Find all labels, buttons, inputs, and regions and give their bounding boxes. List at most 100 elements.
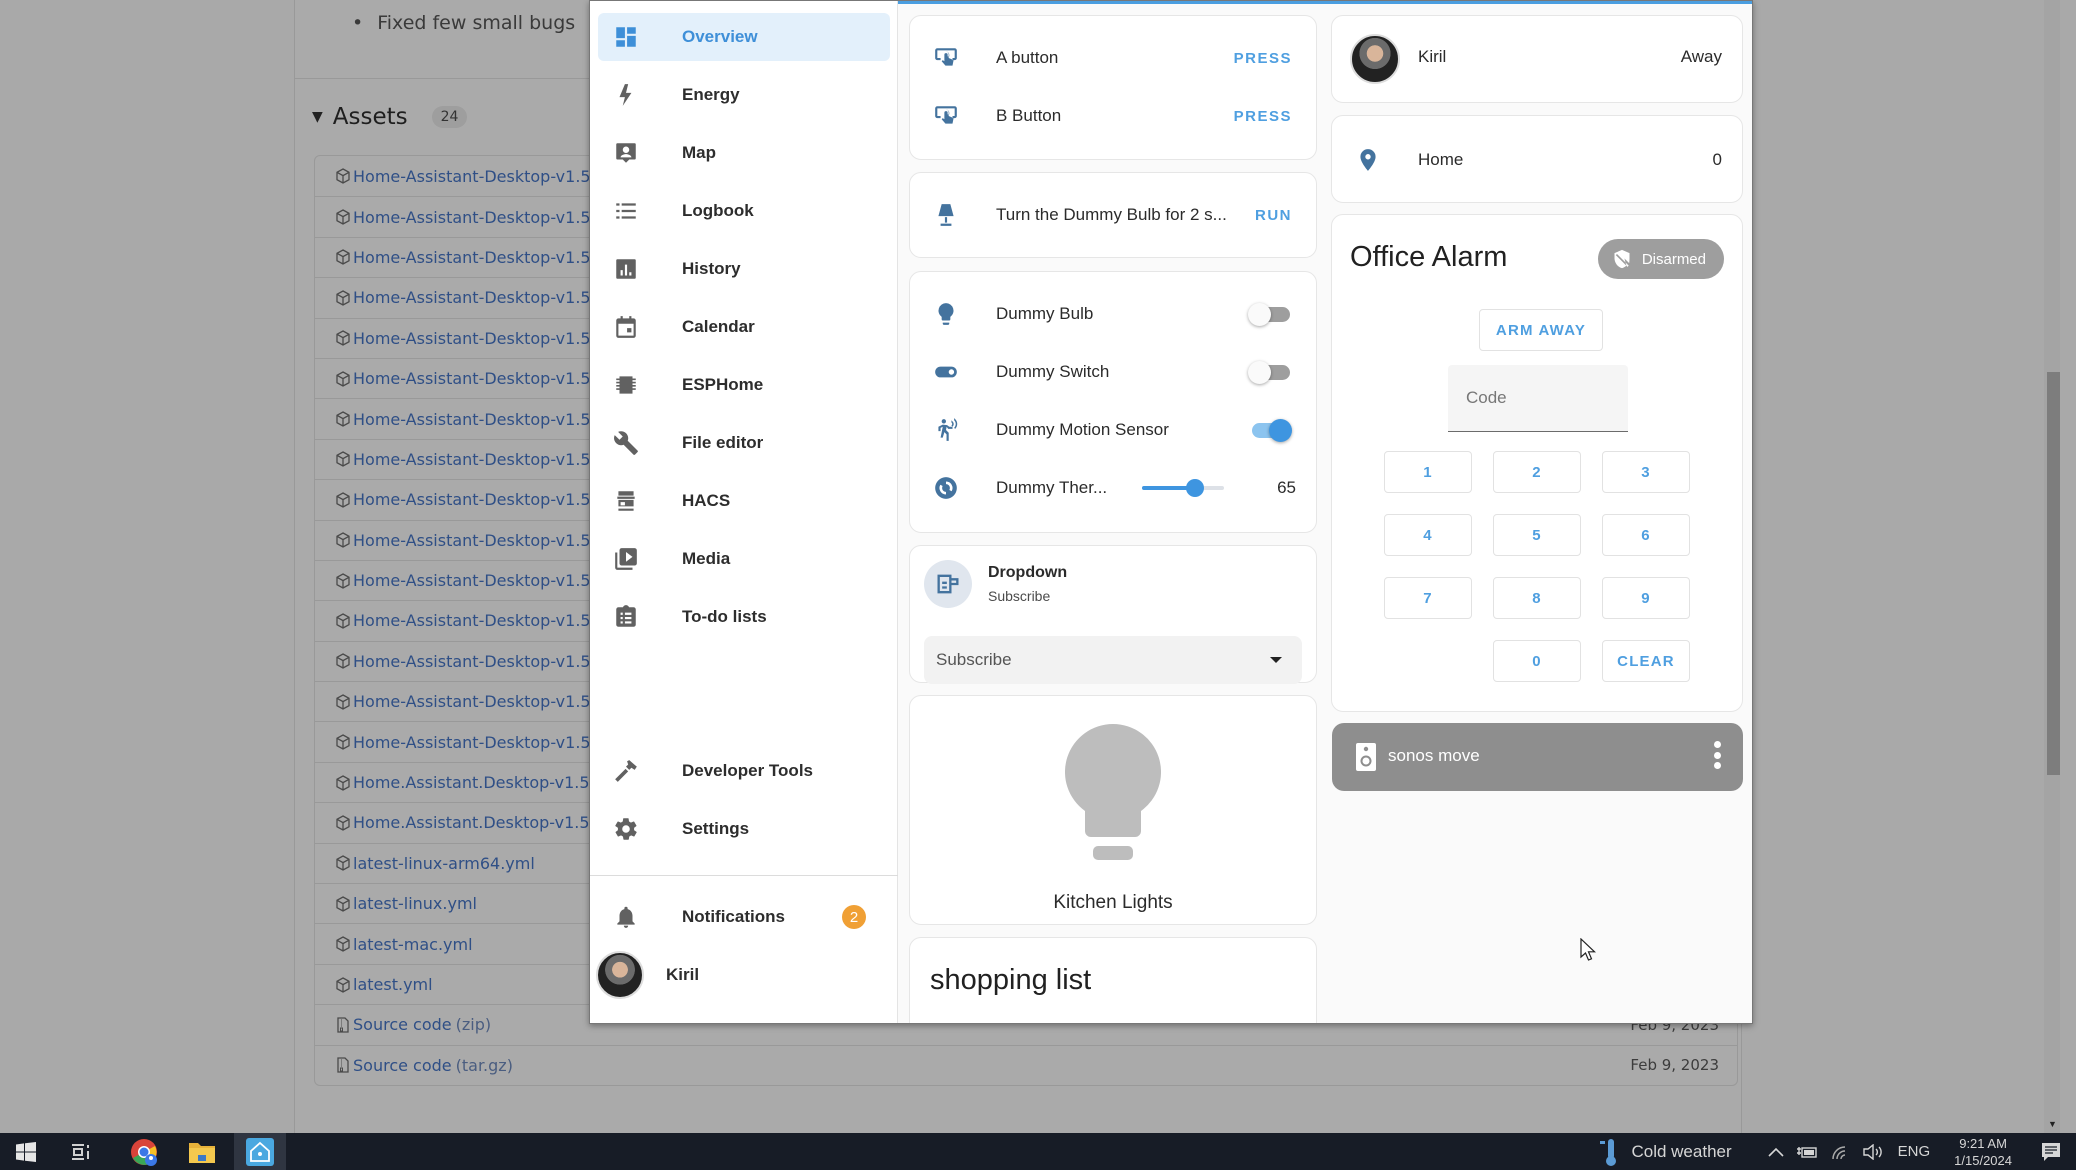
asset-link[interactable]: Source code: [353, 1015, 452, 1034]
dummy-switch-toggle[interactable]: [1248, 360, 1292, 384]
asset-link[interactable]: Home-Assistant-Desktop-v1.5.3: [353, 167, 606, 186]
asset-format[interactable]: (zip): [456, 1015, 491, 1034]
asset-row[interactable]: Source code (tar.gz) Feb 9, 2023: [315, 1044, 1737, 1085]
code-field[interactable]: [1448, 365, 1628, 432]
lightning-icon: [610, 79, 642, 111]
sidebar-item-logbook[interactable]: Logbook: [598, 187, 890, 235]
sidebar-item-esphome[interactable]: ESPHome: [598, 361, 890, 409]
sidebar-item-todo[interactable]: To-do lists: [598, 593, 890, 641]
asset-link[interactable]: Home-Assistant-Desktop-v1.5.3: [353, 369, 606, 388]
asset-link[interactable]: Home-Assistant-Desktop-v1.5.3: [353, 611, 606, 630]
weather-widget[interactable]: Cold weather: [1599, 1137, 1732, 1167]
lightbulb-icon[interactable]: [1065, 724, 1161, 864]
asset-link[interactable]: Home-Assistant-Desktop-v1.5.3: [353, 208, 606, 227]
sidebar-item-file-editor[interactable]: File editor: [598, 419, 890, 467]
keypad-3-button[interactable]: 3: [1602, 451, 1690, 493]
asset-link[interactable]: Home.Assistant.Desktop-v1.5.3: [353, 813, 605, 832]
wifi-icon[interactable]: [1830, 1144, 1850, 1160]
keypad-2-button[interactable]: 2: [1493, 451, 1581, 493]
scroll-down-arrow-icon[interactable]: ▼: [2048, 1119, 2057, 1129]
volume-icon[interactable]: [1862, 1143, 1884, 1160]
asset-link[interactable]: Source code: [353, 1056, 452, 1075]
asset-link[interactable]: Home-Assistant-Desktop-v1.5.3: [353, 329, 606, 348]
chrome-taskbar-button[interactable]: [118, 1133, 170, 1170]
keypad-0-button[interactable]: 0: [1493, 640, 1581, 682]
keypad-9-button[interactable]: 9: [1602, 577, 1690, 619]
clock[interactable]: 9:21 AM 1/15/2024: [1954, 1135, 2012, 1169]
scrollbar-thumb[interactable]: [2047, 372, 2060, 775]
sidebar-item-label: Map: [682, 143, 716, 162]
keypad-7-button[interactable]: 7: [1384, 577, 1472, 619]
asset-link[interactable]: Home-Assistant-Desktop-v1.5.3: [353, 248, 606, 267]
media-player-card[interactable]: sonos move: [1332, 723, 1743, 791]
file-explorer-taskbar-button[interactable]: [176, 1133, 228, 1170]
keypad-8-button[interactable]: 8: [1493, 577, 1581, 619]
person-card[interactable]: Kiril Away: [1331, 15, 1743, 103]
asset-link[interactable]: Home-Assistant-Desktop-v1.5.3: [353, 531, 606, 550]
dummy-motion-sensor-toggle[interactable]: [1248, 418, 1292, 442]
sidebar-item-hacs[interactable]: HACS: [598, 477, 890, 525]
arm-away-button[interactable]: ARM AWAY: [1479, 309, 1603, 351]
keypad-6-button[interactable]: 6: [1602, 514, 1690, 556]
code-input[interactable]: [1448, 365, 1628, 431]
sidebar-item-media[interactable]: Media: [598, 535, 890, 583]
keypad-1-button[interactable]: 1: [1384, 451, 1472, 493]
sidebar-item-profile[interactable]: Kiril: [596, 951, 890, 999]
motion-sensor-icon: [930, 414, 962, 446]
asset-link[interactable]: Home-Assistant-Desktop-v1.5.3: [353, 733, 606, 752]
expand-triangle-icon[interactable]: ▼: [312, 109, 323, 125]
sidebar-item-energy[interactable]: Energy: [598, 71, 890, 119]
asset-link[interactable]: Home-Assistant-Desktop-v1.5.3: [353, 652, 606, 671]
dummy-bulb-toggle[interactable]: [1248, 302, 1292, 326]
keypad-5-button[interactable]: 5: [1493, 514, 1581, 556]
sidebar-item-developer-tools[interactable]: Developer Tools: [598, 747, 890, 795]
sidebar-item-notifications[interactable]: Notifications 2: [598, 893, 890, 941]
asset-link[interactable]: Home-Assistant-Desktop-v1.5.3: [353, 692, 606, 711]
sidebar-item-settings[interactable]: Settings: [598, 805, 890, 853]
selected-option: Subscribe: [936, 650, 1012, 669]
press-button[interactable]: PRESS: [1234, 50, 1292, 67]
asset-link[interactable]: Home-Assistant-Desktop-v1.5.3: [353, 490, 606, 509]
asset-link[interactable]: Home-Assistant-Desktop-v1.5.3: [353, 571, 606, 590]
language-indicator[interactable]: ENG: [1898, 1143, 1931, 1160]
action-center-icon[interactable]: [2040, 1141, 2062, 1163]
sidebar-item-label: To-do lists: [682, 607, 767, 626]
zone-card[interactable]: Home 0: [1331, 115, 1743, 203]
page-scrollbar[interactable]: ▼: [2044, 0, 2060, 1133]
folder-icon: [189, 1142, 215, 1163]
assets-header[interactable]: ▼ Assets 24: [312, 104, 468, 130]
dropdown-select[interactable]: Subscribe: [924, 636, 1302, 684]
sidebar-item-history[interactable]: History: [598, 245, 890, 293]
entity-name: B Button: [996, 106, 1062, 125]
asset-link[interactable]: latest-linux.yml: [353, 894, 477, 913]
battery-charging-icon[interactable]: [1796, 1145, 1818, 1159]
asset-format[interactable]: (tar.gz): [456, 1056, 513, 1075]
sidebar-item-label: ESPHome: [682, 375, 764, 394]
sidebar-item-map[interactable]: Map: [598, 129, 890, 177]
light-card[interactable]: Kitchen Lights: [909, 695, 1317, 925]
keypad-4-button[interactable]: 4: [1384, 514, 1472, 556]
home-assistant-taskbar-button[interactable]: [234, 1133, 286, 1170]
task-view-button[interactable]: [55, 1133, 107, 1170]
thermostat-slider[interactable]: [1142, 478, 1224, 498]
asset-link[interactable]: latest-linux-arm64.yml: [353, 854, 535, 873]
asset-link[interactable]: latest.yml: [353, 975, 433, 994]
asset-link[interactable]: Home.Assistant.Desktop-v1.5.3: [353, 773, 605, 792]
slider-thumb[interactable]: [1186, 479, 1205, 497]
run-button[interactable]: RUN: [1255, 207, 1292, 224]
shopping-list-title: shopping list: [930, 964, 1092, 996]
asset-link[interactable]: Home-Assistant-Desktop-v1.5.3: [353, 288, 606, 307]
more-options-icon[interactable]: [1713, 741, 1721, 769]
asset-link[interactable]: Home-Assistant-Desktop-v1.5.3: [353, 410, 606, 429]
chevron-up-icon[interactable]: [1768, 1147, 1784, 1157]
chart-box-icon: [610, 253, 642, 285]
start-button[interactable]: [0, 1133, 52, 1170]
keypad-clear-button[interactable]: CLEAR: [1602, 640, 1690, 682]
press-button[interactable]: PRESS: [1234, 108, 1292, 125]
sidebar-item-calendar[interactable]: Calendar: [598, 303, 890, 351]
asset-link[interactable]: Home-Assistant-Desktop-v1.5.3: [353, 450, 606, 469]
wrench-icon: [610, 427, 642, 459]
sidebar-item-overview[interactable]: Overview: [598, 13, 890, 61]
asset-link[interactable]: latest-mac.yml: [353, 935, 473, 954]
alarm-state-badge[interactable]: Disarmed: [1597, 239, 1724, 279]
